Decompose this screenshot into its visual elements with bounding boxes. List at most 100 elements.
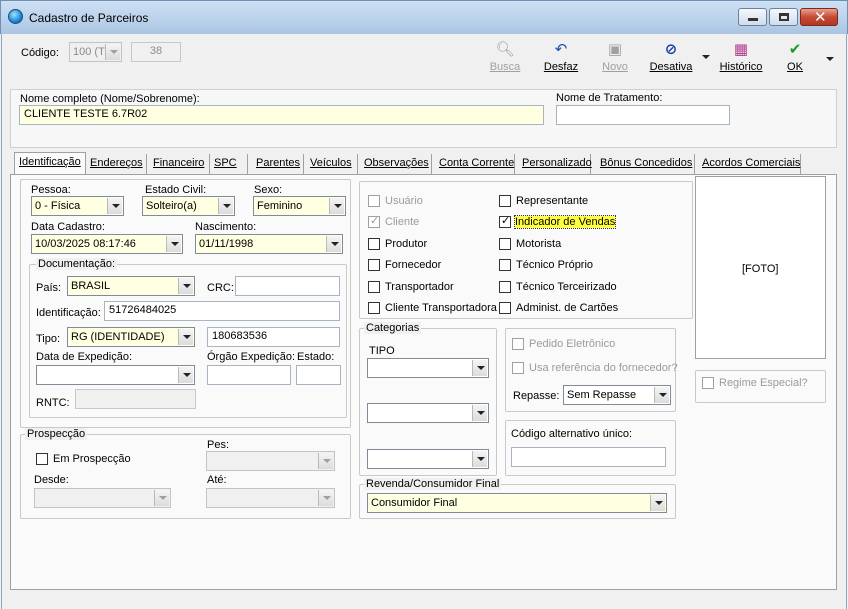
tab-4[interactable]: Parentes [252,154,304,174]
revenda-title: Revenda/Consumidor Final [364,478,502,490]
roles_left-label-1: Cliente [385,216,420,229]
repasse-combo[interactable]: Sem Repasse [563,385,671,405]
pessoa-combo[interactable]: 0 - Física [31,196,124,216]
pais-combo[interactable]: BRASIL [67,276,195,296]
tab-3[interactable]: SPC [210,154,248,174]
tab-5[interactable]: Veículos [306,154,358,174]
chevron-down-icon [154,490,169,506]
ate-field[interactable] [206,488,335,508]
busca-button[interactable]: 🔍︎ Busca [486,41,524,75]
roles_left-checkbox-2[interactable] [368,237,380,250]
tab-0[interactable]: Identificação [14,152,86,175]
chevron-down-icon [326,236,341,252]
prospeccao-title: Prospecção [25,428,88,440]
tab-2[interactable]: Financeiro [149,154,210,174]
tipo-combo[interactable]: RG (IDENTIDADE) [67,327,195,347]
roles_right-label-4: Técnico Terceirizado [516,280,617,293]
nome-tratamento-input[interactable] [556,105,730,125]
roles_right-checkbox-0[interactable] [499,195,511,207]
maximize-icon [779,13,789,21]
data-expedicao-field[interactable] [36,365,195,385]
categoria-combo-2[interactable] [367,403,489,423]
roles_right-checkbox-5[interactable] [499,302,511,314]
categoria-combo-1[interactable] [367,358,489,378]
search-icon: 🔍︎ [495,40,515,58]
roles_right-label-2: Motorista [516,237,562,250]
regime-checkbox[interactable] [702,377,714,389]
close-icon: ✕ [814,8,827,26]
codigo-alt-input[interactable] [511,447,666,467]
nome-completo-input[interactable]: CLIENTE TESTE 6.7R02 [19,105,544,125]
minimize-button[interactable] [738,8,767,26]
desfaz-button[interactable]: ↶ Desfaz [540,41,582,75]
photo-label: [FOTO] [742,263,779,275]
sexo-combo[interactable]: Feminino [253,196,346,216]
tab-label: Bônus Concedidos [600,157,693,169]
estado-civil-combo[interactable]: Solteiro(a) [142,196,235,216]
roles_left-checkbox-1[interactable]: ✓ [368,214,380,229]
pes-combo[interactable] [206,451,335,471]
data-expedicao-label: Data de Expedição: [36,351,133,363]
maximize-button[interactable] [769,8,798,26]
codigo-label: Código: [21,47,59,59]
desde-field[interactable] [34,488,171,508]
chevron-down-icon [472,405,487,421]
orgao-label: Órgão Expedição: [207,351,296,363]
desativa-dropdown-icon[interactable] [702,55,710,59]
tab-10[interactable]: Acordos Comerciais [698,154,801,174]
roles_right-checkbox-1[interactable]: ✓ [499,214,511,229]
data-cadastro-label: Data Cadastro: [31,221,105,233]
orgao-input[interactable] [207,365,291,385]
chevron-down-icon [472,360,487,376]
roles_right-label-3: Técnico Próprio [516,259,594,272]
roles_left-label-5: Cliente Transportadora [385,302,497,314]
roles_left-checkbox-5[interactable] [368,302,380,314]
crc-input[interactable] [235,276,340,296]
chevron-down-icon [178,367,193,383]
window-title: Cadastro de Parceiros [29,11,149,25]
chevron-down-icon [166,236,181,252]
historico-button[interactable]: ▦ Histórico [717,41,765,75]
tab-7[interactable]: Conta Corrente [435,154,515,174]
roles_right-checkbox-4[interactable] [499,280,511,293]
usa-referencia-checkbox[interactable] [512,362,524,374]
chevron-down-icon [472,451,487,467]
chevron-down-icon [107,198,122,214]
tab-8[interactable]: Personalizado [518,154,592,174]
close-button[interactable]: ✕ [800,8,838,26]
desativa-button[interactable]: ⊘ Desativa [645,41,697,75]
roles_left-checkbox-0[interactable] [368,195,380,207]
roles_right-checkbox-3[interactable] [499,259,511,272]
roles_left-checkbox-4[interactable] [368,280,380,293]
undo-icon: ↶ [554,40,568,58]
em-prospeccao-checkbox[interactable] [36,453,48,465]
tipo-numero-input[interactable]: 180683536 [207,327,340,347]
history-icon: ▦ [733,40,749,58]
tab-1[interactable]: Endereços [86,154,147,174]
tab-6[interactable]: Observações [360,154,432,174]
new-document-icon: ▣ [607,40,623,58]
data-cadastro-field[interactable]: 10/03/2025 08:17:46 [31,234,183,254]
roles_right-checkbox-2[interactable] [499,237,511,250]
chevron-down-icon [218,198,233,214]
categoria-combo-3[interactable] [367,449,489,469]
estado-input[interactable] [296,365,341,385]
ok-dropdown-icon[interactable] [826,57,834,61]
roles_left-checkbox-3[interactable] [368,259,380,272]
nascimento-field[interactable]: 01/11/1998 [195,234,343,254]
estado-civil-label: Estado Civil: [145,184,207,196]
pedido-eletronico-label: Pedido Eletrônico [529,338,616,350]
roles_left-label-4: Transportador [385,280,454,293]
ok-button[interactable]: ✔ OK [781,41,809,75]
codigo-combo[interactable]: 100 (TI [69,42,122,62]
revenda-combo[interactable]: Consumidor Final [367,493,667,513]
repasse-label: Repasse: [513,390,560,402]
pedido-eletronico-checkbox[interactable] [512,338,524,350]
tab-9[interactable]: Bônus Concedidos [596,154,695,174]
desde-label: Desde: [34,474,69,486]
tab-label: Veículos [310,157,352,169]
novo-button[interactable]: ▣ Novo [597,41,633,75]
app-icon [8,9,23,24]
identificacao-input[interactable]: 51726484025 [104,301,340,321]
roles_left-label-2: Produtor [385,237,428,250]
